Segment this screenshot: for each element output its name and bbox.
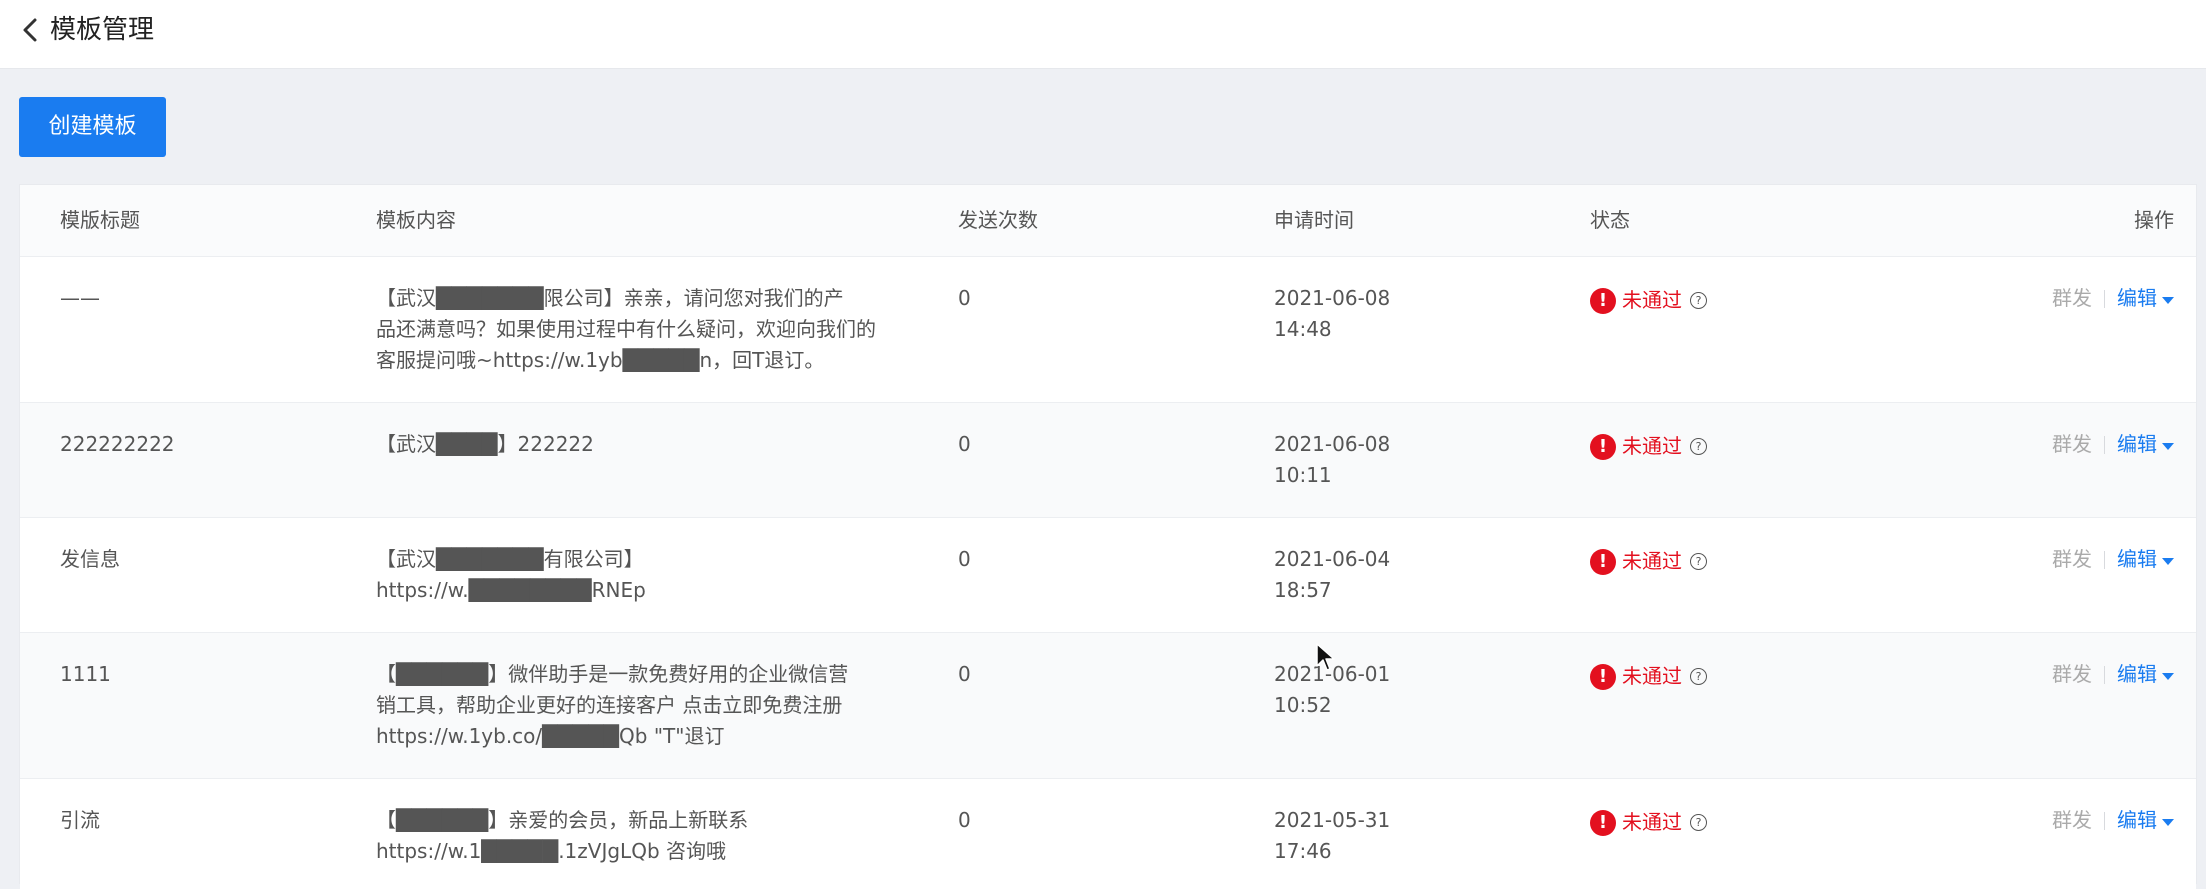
status-badge: 未通过	[1622, 810, 1682, 834]
help-icon[interactable]: ?	[1690, 553, 1707, 570]
page-title: 模板管理	[50, 15, 155, 45]
caret-down-icon[interactable]	[2162, 672, 2174, 680]
template-title: 发信息	[60, 547, 120, 571]
caret-down-icon[interactable]	[2162, 818, 2174, 826]
mass-send-button[interactable]: 群发	[2052, 544, 2092, 575]
status-badge: 未通过	[1622, 288, 1682, 312]
apply-time: 2021-06-08 14:48	[1274, 286, 1391, 341]
template-content: 【██████】微伴助手是一款免费好用的企业微信营 销工具，帮助企业更好的连接客…	[376, 662, 849, 748]
caret-down-icon[interactable]	[2162, 442, 2174, 450]
divider	[2104, 665, 2105, 684]
apply-time: 2021-06-04 18:57	[1274, 547, 1391, 602]
error-icon: !	[1590, 809, 1616, 836]
actions-cell: 群发 编辑	[2052, 805, 2174, 836]
help-icon[interactable]: ?	[1690, 814, 1707, 831]
template-content: 【武汉████】222222	[376, 432, 594, 456]
column-header-content: 模板内容	[376, 208, 456, 232]
apply-time: 2021-05-31 17:46	[1274, 808, 1391, 863]
actions-cell: 群发 编辑	[2052, 283, 2174, 314]
status-badge: 未通过	[1622, 549, 1682, 573]
column-header-status: 状态	[1590, 208, 1630, 232]
column-header-title: 模版标题	[60, 208, 140, 232]
template-title: 引流	[60, 808, 100, 832]
divider	[2104, 435, 2105, 454]
edit-button[interactable]: 编辑	[2117, 283, 2157, 314]
divider	[2104, 550, 2105, 569]
edit-button[interactable]: 编辑	[2117, 544, 2157, 575]
status-cell: ! 未通过 ?	[1590, 429, 1850, 462]
template-title: ——	[60, 286, 100, 310]
mass-send-button[interactable]: 群发	[2052, 805, 2092, 836]
divider	[2104, 289, 2105, 308]
status-cell: ! 未通过 ?	[1590, 544, 1850, 577]
status-cell: ! 未通过 ?	[1590, 659, 1850, 692]
apply-time: 2021-06-08 10:11	[1274, 432, 1391, 487]
help-icon[interactable]: ?	[1690, 292, 1707, 309]
send-count: 0	[958, 432, 971, 456]
template-content: 【武汉███████限公司】亲亲，请问您对我们的产 品还满意吗？如果使用过程中有…	[376, 286, 876, 372]
status-badge: 未通过	[1622, 434, 1682, 458]
actions-cell: 群发 编辑	[2052, 544, 2174, 575]
help-icon[interactable]: ?	[1690, 668, 1707, 685]
help-icon[interactable]: ?	[1690, 438, 1707, 455]
top-bar: 模板管理	[0, 0, 2206, 69]
status-badge: 未通过	[1622, 664, 1682, 688]
template-title: 222222222	[60, 432, 175, 456]
table-header: 模版标题 模板内容 发送次数 申请时间 状态 操作	[20, 185, 2196, 257]
column-header-actions: 操作	[2134, 208, 2174, 232]
status-cell: ! 未通过 ?	[1590, 283, 1850, 316]
actions-cell: 群发 编辑	[2052, 429, 2174, 460]
table-row: 1111 【██████】微伴助手是一款免费好用的企业微信营 销工具，帮助企业更…	[20, 633, 2196, 779]
template-table: 模版标题 模板内容 发送次数 申请时间 状态 操作 —— 【武汉███████限…	[19, 184, 2197, 889]
column-header-time: 申请时间	[1274, 208, 1354, 232]
template-title: 1111	[60, 662, 111, 686]
create-template-button[interactable]: 创建模板	[19, 97, 166, 157]
send-count: 0	[958, 808, 971, 832]
table-row: —— 【武汉███████限公司】亲亲，请问您对我们的产 品还满意吗？如果使用过…	[20, 257, 2196, 403]
table-row: 发信息 【武汉███████有限公司】 https://w.████████RN…	[20, 518, 2196, 633]
template-content: 【武汉███████有限公司】 https://w.████████RNEp	[376, 547, 646, 602]
apply-time: 2021-06-01 10:52	[1274, 662, 1391, 717]
table-row: 222222222 【武汉████】222222 0 2021-06-08 10…	[20, 403, 2196, 518]
chevron-left-icon[interactable]	[20, 16, 42, 44]
error-icon: !	[1590, 663, 1616, 690]
mass-send-button[interactable]: 群发	[2052, 659, 2092, 690]
mass-send-button[interactable]: 群发	[2052, 283, 2092, 314]
caret-down-icon[interactable]	[2162, 296, 2174, 304]
error-icon: !	[1590, 287, 1616, 314]
error-icon: !	[1590, 548, 1616, 575]
divider	[2104, 811, 2105, 830]
status-cell: ! 未通过 ?	[1590, 805, 1850, 838]
column-header-count: 发送次数	[958, 208, 1038, 232]
template-content: 【██████】亲爱的会员，新品上新联系 https://w.1█████.1z…	[376, 808, 749, 863]
mass-send-button[interactable]: 群发	[2052, 429, 2092, 460]
send-count: 0	[958, 286, 971, 310]
edit-button[interactable]: 编辑	[2117, 429, 2157, 460]
send-count: 0	[958, 662, 971, 686]
edit-button[interactable]: 编辑	[2117, 659, 2157, 690]
send-count: 0	[958, 547, 971, 571]
caret-down-icon[interactable]	[2162, 557, 2174, 565]
table-row: 引流 【██████】亲爱的会员，新品上新联系 https://w.1█████…	[20, 779, 2196, 889]
mouse-cursor-icon	[1316, 643, 1335, 671]
actions-cell: 群发 编辑	[2052, 659, 2174, 690]
edit-button[interactable]: 编辑	[2117, 805, 2157, 836]
error-icon: !	[1590, 433, 1616, 460]
